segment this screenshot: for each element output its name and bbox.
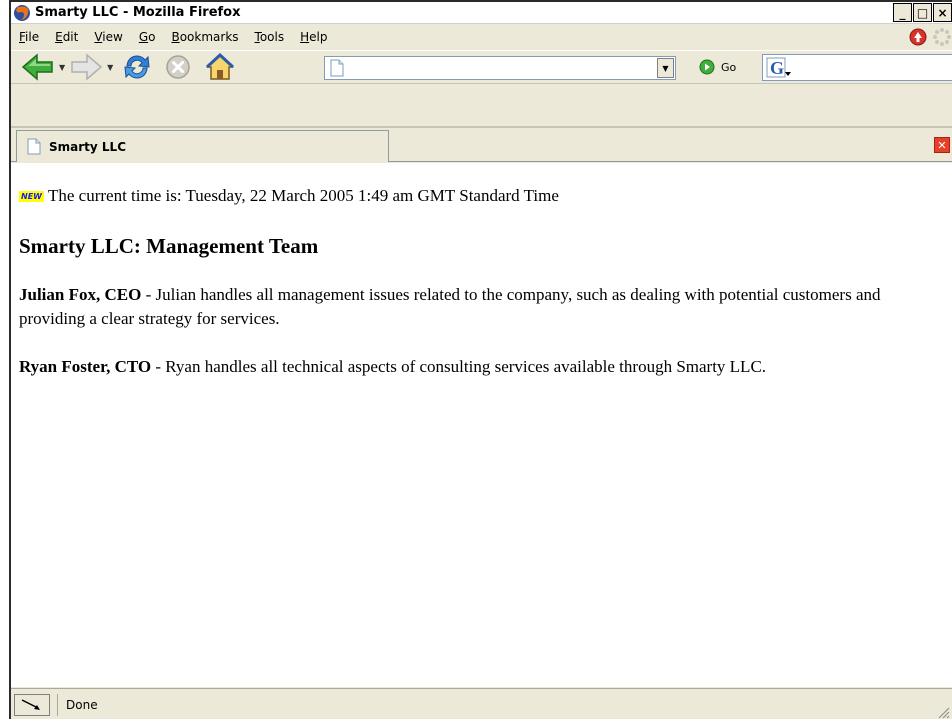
back-history-dropdown-icon[interactable]: ▼	[59, 63, 65, 72]
forward-history-dropdown-icon[interactable]: ▼	[107, 63, 113, 72]
firefox-icon	[14, 4, 30, 21]
menu-tools-rest: ools	[259, 30, 285, 44]
resize-grip-icon[interactable]	[936, 705, 950, 719]
menu-tools[interactable]: Tools	[247, 30, 293, 44]
forward-arrow-icon	[71, 53, 103, 81]
update-notification-icon[interactable]	[908, 27, 928, 47]
menu-go-rest: o	[148, 30, 156, 44]
chevron-down-icon: ▼	[662, 63, 669, 73]
menu-file[interactable]: File	[11, 30, 47, 44]
window-controls: _ □ ×	[893, 3, 952, 22]
back-button[interactable]	[21, 52, 55, 82]
title-bar: Smarty LLC - Mozilla Firefox _ □ ×	[11, 2, 952, 24]
home-button[interactable]	[205, 52, 235, 82]
person-entry-ceo: Julian Fox, CEO - Julian handles all man…	[19, 283, 944, 331]
url-input[interactable]	[345, 58, 657, 78]
menu-bookmarks-rest: ookmarks	[179, 30, 239, 44]
menu-edit[interactable]: Edit	[47, 30, 86, 44]
menu-edit-accel: E	[55, 30, 63, 44]
menu-bookmarks[interactable]: Bookmarks	[163, 30, 246, 44]
tab-smarty-llc[interactable]: Smarty LLC	[16, 130, 389, 162]
menu-go[interactable]: Go	[131, 30, 164, 44]
page-icon	[330, 59, 344, 77]
person-description: - Ryan handles all technical aspects of …	[151, 357, 767, 376]
close-tab-button[interactable]: ✕	[934, 137, 950, 153]
browser-window: Smarty LLC - Mozilla Firefox _ □ × File …	[9, 0, 952, 719]
reload-button[interactable]	[121, 52, 153, 82]
menu-help-accel: H	[300, 30, 310, 44]
url-history-dropdown[interactable]: ▼	[657, 58, 674, 78]
page-content: NEW The current time is: Tuesday, 22 Mar…	[11, 163, 952, 687]
go-label: Go	[721, 60, 737, 74]
home-icon	[206, 53, 235, 80]
search-input[interactable]	[792, 57, 952, 78]
menu-view-rest: iew	[102, 30, 123, 44]
person-name: Ryan Foster, CTO	[19, 357, 152, 376]
window-title: Smarty LLC - Mozilla Firefox	[35, 5, 241, 20]
menu-bookmarks-accel: B	[171, 30, 180, 44]
search-bar[interactable]: G	[762, 54, 952, 81]
current-time-line: NEW The current time is: Tuesday, 22 Mar…	[19, 186, 944, 206]
back-arrow-icon	[21, 53, 53, 81]
menu-file-rest: ile	[25, 30, 40, 44]
status-bar: Done	[11, 688, 952, 719]
menu-help[interactable]: Help	[292, 30, 335, 44]
status-text: Done	[57, 694, 98, 716]
url-bar[interactable]: ▼	[324, 56, 676, 80]
navigation-toolbar: ▼ ▼ ▼ Go G	[11, 50, 952, 84]
go-button[interactable]: Go	[699, 59, 736, 75]
svg-text:G: G	[770, 58, 784, 78]
throbber-icon	[933, 28, 951, 46]
stop-button[interactable]	[165, 52, 191, 82]
person-name: Julian Fox, CEO	[19, 285, 142, 304]
menu-right-icons	[908, 27, 952, 47]
tab-label: Smarty LLC	[49, 139, 126, 154]
go-icon	[699, 59, 715, 75]
person-description: - Julian handles all management issues r…	[19, 285, 881, 328]
connection-status-box	[14, 694, 50, 716]
close-icon: ✕	[937, 138, 947, 152]
person-entry-cto: Ryan Foster, CTO - Ryan handles all tech…	[19, 355, 944, 379]
menu-go-accel: G	[138, 30, 149, 44]
page-icon	[27, 138, 41, 155]
close-button[interactable]: ×	[933, 3, 952, 22]
menu-edit-rest: dit	[62, 30, 79, 44]
reload-icon	[124, 55, 150, 79]
maximize-button[interactable]: □	[913, 3, 932, 22]
page-heading: Smarty LLC: Management Team	[19, 234, 319, 258]
tab-bar: Smarty LLC ✕	[11, 128, 952, 162]
stop-icon	[166, 55, 191, 79]
google-icon[interactable]: G	[766, 57, 792, 79]
menu-view[interactable]: View	[86, 30, 130, 44]
menu-help-rest: elp	[309, 30, 328, 44]
new-badge-icon: NEW	[19, 190, 44, 202]
minimize-button[interactable]: _	[893, 3, 912, 22]
current-time-text: The current time is: Tuesday, 22 March 2…	[47, 186, 559, 205]
menu-bar: File Edit View Go Bookmarks Tools Help	[11, 24, 952, 50]
forward-button[interactable]	[69, 52, 103, 82]
connection-status-icon	[21, 699, 40, 710]
